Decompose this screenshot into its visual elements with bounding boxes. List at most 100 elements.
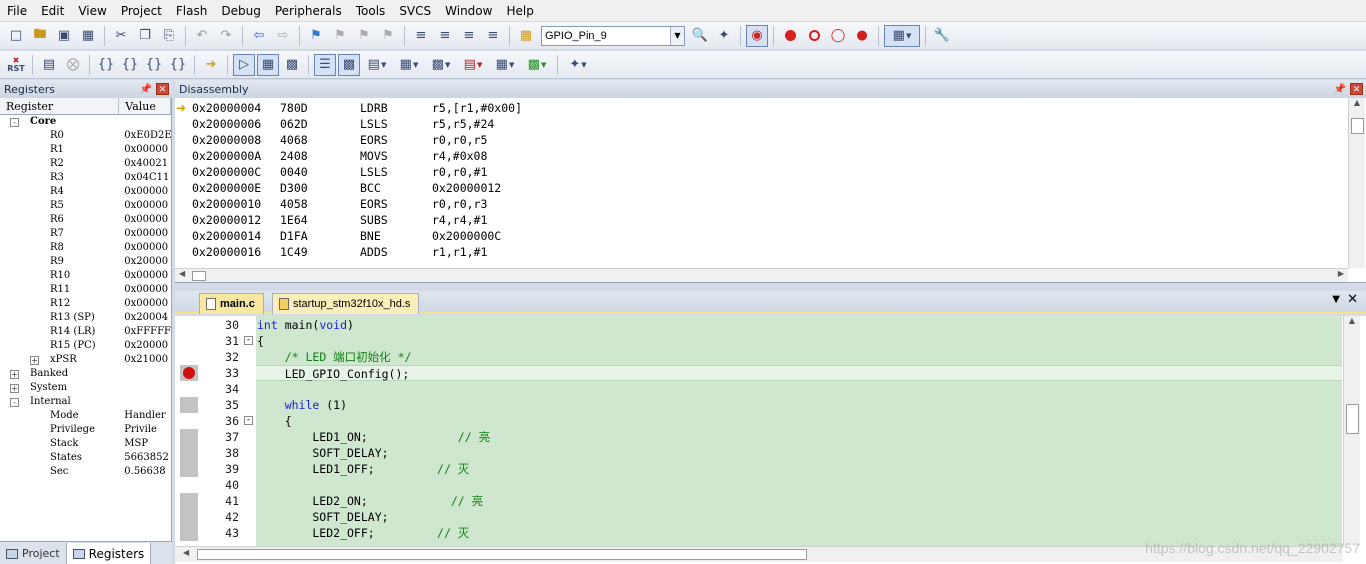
close-icon[interactable]: ✕ [156,83,169,95]
code-line[interactable]: while (1) [256,397,1342,413]
register-value[interactable] [119,395,171,409]
memory-window-icon[interactable]: ▦ ▼ [394,54,424,76]
disassembly-line[interactable]: 0x20000016 1C49 ADDS r1,r1,#1 [192,244,632,260]
menu-peripherals[interactable]: Peripherals [268,0,349,22]
disassembly-line[interactable]: 0x20000014 D1FA BNE 0x2000000C [192,228,632,244]
bookmark-icon[interactable]: ⚑ [305,25,327,47]
register-value[interactable]: 0.56638 [119,465,171,479]
expand-icon[interactable]: + [30,356,39,365]
code-line[interactable]: SOFT_DELAY; [256,445,1342,461]
register-value[interactable]: MSP [119,437,171,451]
disassembly-view[interactable]: ➜ 0x20000004 780D LDRB r5,[r1,#0x00] 0x20000… [175,98,1366,283]
pin-icon[interactable]: 📌 [139,84,153,95]
tab-main-c[interactable]: main.c [199,293,264,314]
code-line[interactable]: LED1_OFF; // 灭 [256,461,1342,477]
menu-help[interactable]: Help [499,0,540,22]
register-row[interactable]: + Banked [0,367,171,381]
executable-line-marker[interactable] [180,509,198,525]
scroll-right-icon[interactable]: ▶ [1338,269,1344,278]
register-row[interactable]: R1 0x00000 [0,143,171,157]
disassembly-hscroll[interactable]: ◀ ▶ [175,268,1348,282]
kill-all-breakpoints-icon[interactable]: ● [851,25,873,47]
collapse-icon[interactable]: - [10,398,19,407]
register-row[interactable]: R15 (PC) 0x20000 [0,339,171,353]
code-line[interactable]: { [256,333,1342,349]
disable-breakpoint-icon[interactable] [803,25,825,47]
code-line[interactable] [256,477,1342,493]
register-value[interactable]: 0x00000 [119,283,171,297]
fold-toggle-icon[interactable]: - [244,416,253,425]
register-value[interactable]: 0xE0D2E [119,129,171,143]
new-file-icon[interactable]: □ [5,25,27,47]
register-value[interactable]: 0xFFFFF [119,325,171,339]
system-viewer-icon[interactable]: ▩ ▼ [522,54,552,76]
collapse-icon[interactable]: - [10,118,19,127]
reset-icon[interactable]: ✖ RST [5,54,27,76]
close-editor-icon[interactable]: ✕ [1347,292,1358,307]
register-row[interactable]: R11 0x00000 [0,283,171,297]
register-value[interactable]: Handler [119,409,171,423]
stop-icon[interactable]: ⨂ [62,54,84,76]
find-combo[interactable]: GPIO_Pin_9 ▼ [541,25,685,46]
code-line[interactable]: int main(void) [256,317,1342,333]
register-value[interactable]: 0x20000 [119,255,171,269]
register-row[interactable]: R4 0x00000 [0,185,171,199]
watch-window-icon[interactable]: ▤ ▼ [362,54,392,76]
register-value[interactable]: 0x00000 [119,213,171,227]
serial-window-icon[interactable]: ▩ ▼ [426,54,456,76]
window-layout-icon[interactable]: ▦ ▼ [884,24,920,47]
toolbox-icon[interactable]: ✦ ▼ [563,54,593,76]
step-into-icon[interactable]: {} [95,54,117,76]
disassembly-line[interactable]: 0x2000000C 0040 LSLS r0,r0,#1 [192,164,632,180]
executable-line-marker[interactable] [180,525,198,541]
pin-icon[interactable]: 📌 [1333,84,1347,95]
menu-view[interactable]: View [71,0,113,22]
incremental-find-icon[interactable]: ✦ [713,25,735,47]
disassembly-window-icon[interactable]: ▦ [257,53,279,76]
find-icon[interactable]: 🔍 [689,25,711,47]
save-all-icon[interactable]: ▦ [77,25,99,47]
comment-icon[interactable]: ≡ [458,25,480,47]
menu-window[interactable]: Window [438,0,499,22]
disassembly-line[interactable]: 0x20000010 4058 EORS r0,r0,r3 [192,196,632,212]
register-row[interactable]: R0 0xE0D2E [0,129,171,143]
register-row[interactable]: R13 (SP) 0x20004 [0,311,171,325]
symbols-window-icon[interactable]: ▩ [281,54,303,76]
disassembly-line[interactable]: 0x2000000E D300 BCC 0x20000012 [192,180,632,196]
register-row[interactable]: R5 0x00000 [0,199,171,213]
register-row[interactable]: R6 0x00000 [0,213,171,227]
scroll-thumb[interactable] [1346,404,1359,434]
insert-breakpoint-icon[interactable] [779,25,801,47]
code-line[interactable]: LED_GPIO_Config(); [256,365,1342,381]
code-line[interactable]: SOFT_DELAY; [256,509,1342,525]
undo-icon[interactable]: ↶ [191,25,213,47]
disassembly-vscroll[interactable]: ▲ [1348,98,1365,268]
executable-line-marker[interactable] [180,445,198,461]
register-row[interactable]: + System [0,381,171,395]
register-value[interactable]: 0x21000 [119,353,171,367]
register-row[interactable]: Privilege Privile [0,423,171,437]
register-row[interactable]: - Core [0,115,171,129]
register-value[interactable]: 0x00000 [119,185,171,199]
run-to-cursor-icon[interactable]: {} [167,54,189,76]
registers-window-icon[interactable]: ☰ [314,53,336,76]
scroll-up-icon[interactable]: ▲ [1344,316,1360,325]
chevron-down-icon[interactable]: ▼ [670,26,684,45]
register-value[interactable]: 5663852 [119,451,171,465]
register-row[interactable]: R7 0x00000 [0,227,171,241]
disassembly-line[interactable]: 0x20000004 780D LDRB r5,[r1,#0x00] [192,100,632,116]
debug-session-icon[interactable]: ◉ [746,24,768,47]
code-editor[interactable]: 30 int main(void) 31-{32 /* LED 端口初始化 */33… [175,316,1366,564]
unindent-icon[interactable]: ≡ [434,25,456,47]
redo-icon[interactable]: ↷ [215,25,237,47]
trace-window-icon[interactable]: ▦ ▼ [490,54,520,76]
register-value[interactable]: 0x20000 [119,339,171,353]
register-row[interactable]: R14 (LR) 0xFFFFF [0,325,171,339]
code-line[interactable]: LED1_ON; // 亮 [256,429,1342,445]
register-value[interactable]: 0x04C11 [119,171,171,185]
menu-svcs[interactable]: SVCS [392,0,438,22]
register-row[interactable]: R3 0x04C11 [0,171,171,185]
uncomment-icon[interactable]: ≡ [482,25,504,47]
scroll-left-icon[interactable]: ◀ [183,548,189,557]
expand-icon[interactable]: + [10,370,19,379]
